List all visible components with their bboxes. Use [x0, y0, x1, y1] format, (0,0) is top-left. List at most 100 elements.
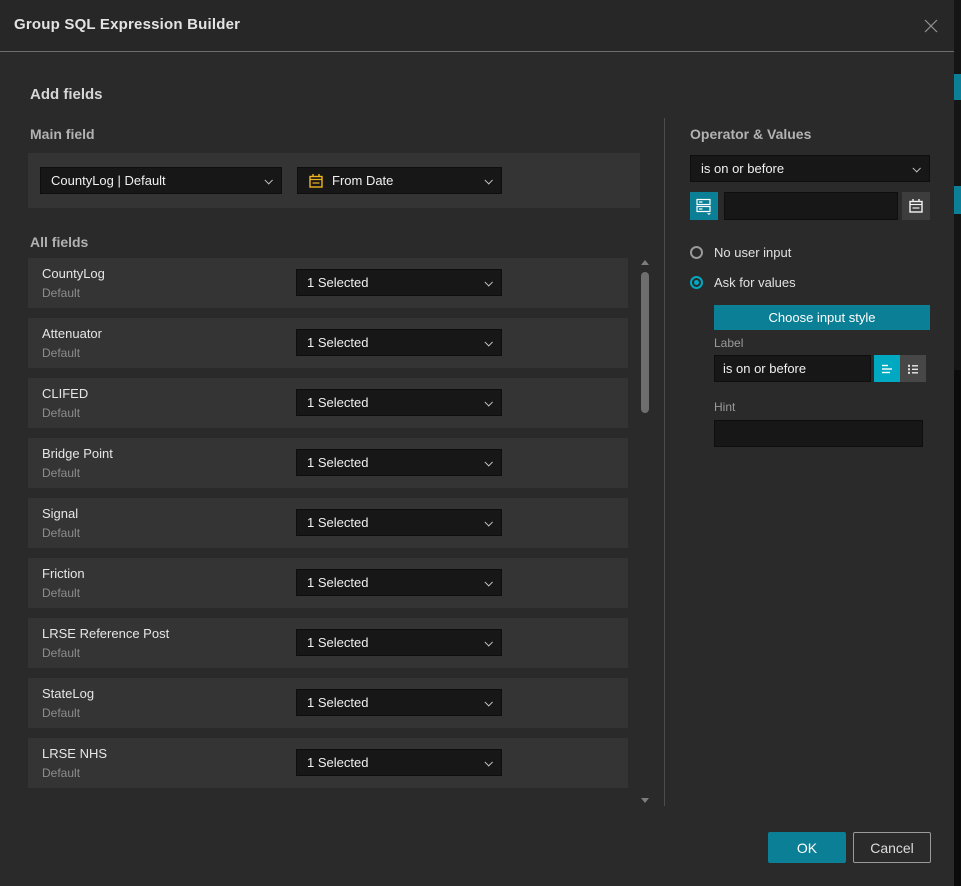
cancel-button[interactable]: Cancel: [853, 832, 931, 863]
chevron-down-icon: [912, 164, 920, 172]
select-value: 1 Selected: [307, 335, 368, 350]
radio-ask-for-values[interactable]: Ask for values: [690, 275, 796, 290]
close-icon: [922, 17, 940, 35]
field-name: LRSE Reference Post: [42, 626, 169, 641]
add-fields-heading: Add fields: [30, 86, 103, 103]
choose-input-style-button[interactable]: Choose input style: [714, 305, 930, 330]
field-values-select[interactable]: 1 Selected: [296, 629, 502, 656]
field-type: Default: [42, 526, 80, 540]
field-name: LRSE NHS: [42, 746, 107, 761]
field-type: Default: [42, 706, 80, 720]
field-values-select[interactable]: 1 Selected: [296, 569, 502, 596]
field-values-select[interactable]: 1 Selected: [296, 689, 502, 716]
date-value-input[interactable]: [724, 192, 898, 220]
label-field-label: Label: [714, 336, 743, 350]
field-name: CountyLog: [42, 266, 105, 281]
select-value: is on or before: [701, 161, 784, 176]
chevron-down-icon: [484, 698, 492, 706]
date-picker-button[interactable]: [902, 192, 930, 220]
field-type: Default: [42, 346, 80, 360]
label-style-toggle-group: [874, 355, 926, 382]
background-app-edge: [954, 0, 961, 886]
field-type: Default: [42, 646, 80, 660]
ok-button[interactable]: OK: [768, 832, 846, 863]
select-value: 1 Selected: [307, 515, 368, 530]
field-type: Default: [42, 406, 80, 420]
input-type-button[interactable]: [690, 192, 718, 220]
background-app-edge-dark: [954, 370, 961, 886]
field-row: Bridge Point Default 1 Selected: [28, 438, 628, 488]
field-row: CountyLog Default 1 Selected: [28, 258, 628, 308]
field-row: Signal Default 1 Selected: [28, 498, 628, 548]
multiple-values-toggle-button[interactable]: [900, 355, 926, 382]
field-values-select[interactable]: 1 Selected: [296, 269, 502, 296]
hint-input[interactable]: [714, 420, 923, 447]
close-button[interactable]: [919, 14, 943, 38]
select-value: CountyLog | Default: [51, 173, 166, 188]
background-accent-fragment: [954, 74, 961, 100]
radio-label: No user input: [714, 245, 791, 260]
chevron-down-icon: [484, 176, 492, 184]
chevron-down-icon: [484, 278, 492, 286]
field-row: StateLogDefault1 Selected: [28, 678, 628, 728]
field-name: Signal: [42, 506, 78, 521]
field-type: Default: [42, 766, 80, 780]
chevron-down-icon: [484, 758, 492, 766]
bullet-list-icon: [905, 361, 921, 377]
all-fields-list: CountyLogDefault1 SelectedAttenuatorDefa…: [28, 258, 628, 798]
select-value: 1 Selected: [307, 455, 368, 470]
field-values-select[interactable]: 1 Selected: [296, 389, 502, 416]
select-value: 1 Selected: [307, 275, 368, 290]
calendar-icon: [308, 173, 324, 189]
radio-label: Ask for values: [714, 275, 796, 290]
panel-divider: [664, 118, 665, 806]
field-values-select[interactable]: 1 Selected: [296, 749, 502, 776]
main-field-select[interactable]: From Date: [297, 167, 502, 194]
chevron-down-icon: [484, 398, 492, 406]
select-value: 1 Selected: [307, 635, 368, 650]
field-name: Friction: [42, 566, 85, 581]
field-type: Default: [42, 286, 80, 300]
operator-values-heading: Operator & Values: [690, 126, 811, 142]
select-value: 1 Selected: [307, 695, 368, 710]
scroll-down-icon[interactable]: [641, 798, 649, 803]
scroll-up-icon[interactable]: [641, 260, 649, 265]
field-row: LRSE Reference Post Default 1 Selected: [28, 618, 628, 668]
select-value: 1 Selected: [307, 755, 368, 770]
calendar-icon: [908, 198, 924, 214]
select-value: 1 Selected: [307, 395, 368, 410]
field-name: CLIFED: [42, 386, 88, 401]
chevron-down-icon: [484, 338, 492, 346]
background-accent-fragment: [954, 186, 961, 214]
single-value-toggle-button[interactable]: [874, 355, 900, 382]
field-row: Friction Default 1 Selected: [28, 558, 628, 608]
dialog-title: Group SQL Expression Builder: [14, 16, 240, 33]
align-left-icon: [879, 361, 895, 377]
label-input[interactable]: [714, 355, 871, 382]
field-row: CLIFED Default 1 Selected: [28, 378, 628, 428]
dialog-titlebar: Group SQL Expression Builder: [0, 0, 955, 52]
field-type: Default: [42, 466, 80, 480]
field-row: LRSE NHS Default 1 Selected: [28, 738, 628, 788]
group-sql-expression-builder-dialog: Group SQL Expression Builder Add fields …: [0, 0, 961, 886]
chevron-down-icon: [484, 638, 492, 646]
select-value: 1 Selected: [307, 575, 368, 590]
main-field-heading: Main field: [30, 126, 95, 142]
radio-no-user-input[interactable]: No user input: [690, 245, 791, 260]
chevron-down-icon: [484, 578, 492, 586]
chevron-down-icon: [264, 176, 272, 184]
operator-select[interactable]: is on or before: [690, 155, 930, 182]
field-values-select[interactable]: 1 Selected: [296, 449, 502, 476]
field-type: Default: [42, 586, 80, 600]
scrollbar-thumb[interactable]: [641, 272, 649, 413]
main-field-panel: CountyLog | Default From Date: [28, 153, 640, 208]
fields-scrollbar[interactable]: [638, 258, 652, 803]
main-layer-select[interactable]: CountyLog | Default: [40, 167, 282, 194]
field-values-select[interactable]: 1 Selected: [296, 509, 502, 536]
chevron-down-icon: [484, 518, 492, 526]
hint-field-label: Hint: [714, 400, 735, 414]
chevron-down-icon: [484, 458, 492, 466]
field-values-select[interactable]: 1 Selected: [296, 329, 502, 356]
field-name: Bridge Point: [42, 446, 113, 461]
all-fields-heading: All fields: [30, 234, 88, 250]
